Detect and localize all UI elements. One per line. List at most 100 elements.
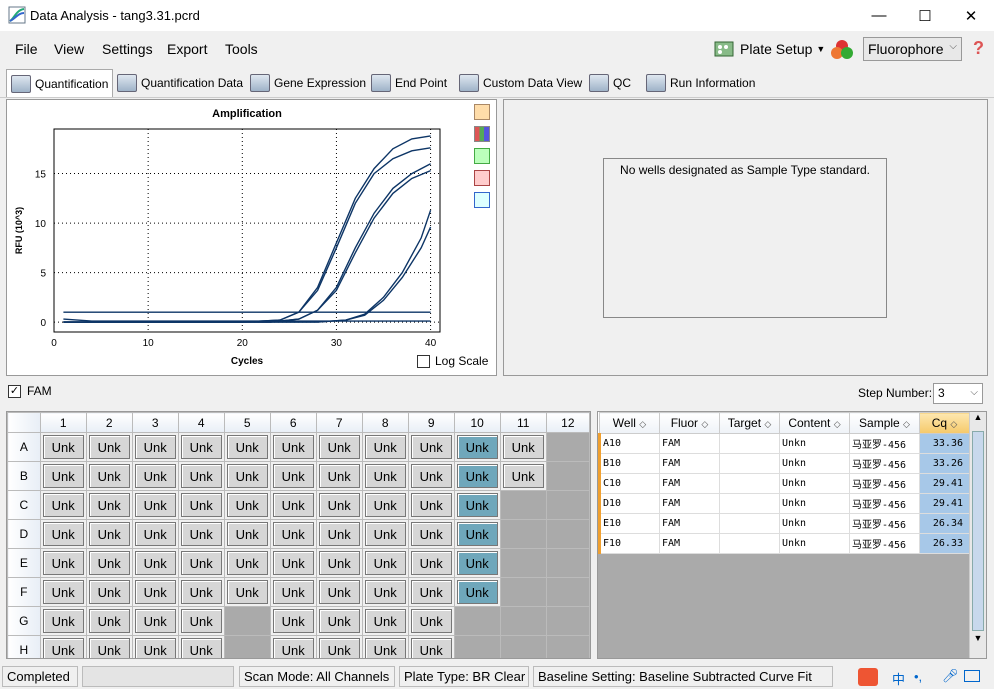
column-header[interactable]: Cq ◇	[919, 412, 970, 434]
plate-well[interactable]: Unk	[456, 580, 498, 604]
plate-col-header[interactable]: 2	[85, 412, 133, 433]
plate-well[interactable]: Unk	[272, 493, 314, 517]
plate-well[interactable]: Unk	[134, 609, 176, 633]
empty-well[interactable]	[499, 490, 547, 520]
plate-col-header[interactable]: 11	[499, 412, 547, 433]
plate-well[interactable]: Unk	[226, 551, 268, 575]
empty-well[interactable]	[545, 490, 590, 520]
color-settings-icon[interactable]	[474, 126, 490, 142]
plate-well[interactable]: Unk	[318, 580, 360, 604]
plate-well[interactable]: Unk	[410, 551, 452, 575]
plate-well[interactable]: Unk	[502, 464, 544, 488]
empty-well[interactable]	[545, 432, 590, 462]
empty-well[interactable]	[499, 577, 547, 607]
plate-well[interactable]: Unk	[134, 493, 176, 517]
plate-well[interactable]: Unk	[364, 522, 406, 546]
menu-export[interactable]: Export	[167, 41, 207, 57]
log-scale-checkbox[interactable]: Log Scale	[417, 354, 488, 368]
plate-col-header[interactable]: 6	[269, 412, 317, 433]
scroll-thumb[interactable]	[972, 431, 984, 631]
plate-well[interactable]: Unk	[318, 464, 360, 488]
plate-row-header[interactable]: B	[7, 461, 41, 491]
plate-col-header[interactable]: 8	[361, 412, 409, 433]
plate-row-header[interactable]: A	[7, 432, 41, 462]
empty-well[interactable]	[545, 577, 590, 607]
tab-gene-expression[interactable]: Gene Expression	[246, 69, 370, 97]
plate-well[interactable]: Unk	[364, 638, 406, 658]
plate-well[interactable]: Unk	[410, 464, 452, 488]
table-row[interactable]: E10 FAM Unkn 马亚罗-456 26.34	[598, 513, 970, 534]
plate-well[interactable]: Unk	[134, 551, 176, 575]
checkmark-icon[interactable]: ✓	[8, 384, 21, 398]
plate-well[interactable]: Unk	[42, 638, 84, 658]
plate-well[interactable]: Unk	[410, 638, 452, 658]
plate-well[interactable]: Unk	[180, 638, 222, 658]
help-icon[interactable]: ?	[973, 38, 984, 59]
plate-well[interactable]: Unk	[88, 580, 130, 604]
plate-well[interactable]: Unk	[364, 609, 406, 633]
plate-well[interactable]: Unk	[364, 580, 406, 604]
ime-chinese-icon[interactable]: 中	[892, 669, 905, 688]
plate-row-header[interactable]: F	[7, 577, 41, 607]
plate-well[interactable]: Unk	[226, 464, 268, 488]
plate-well[interactable]: Unk	[456, 464, 498, 488]
scroll-up-icon[interactable]: ▲	[970, 412, 986, 429]
close-button[interactable]: ✕	[948, 0, 994, 31]
plate-row-header[interactable]: E	[7, 548, 41, 578]
plate-well[interactable]: Unk	[318, 638, 360, 658]
fluorophore-dropdown[interactable]: Fluorophore ⌵	[863, 37, 962, 61]
plate-well[interactable]: Unk	[272, 464, 314, 488]
curve-settings-icon[interactable]	[474, 192, 490, 208]
plate-well[interactable]: Unk	[364, 435, 406, 459]
copy-icon[interactable]	[474, 104, 490, 120]
fam-filter[interactable]: ✓ FAM	[8, 381, 52, 401]
empty-well[interactable]	[545, 635, 590, 658]
plate-well[interactable]: Unk	[88, 435, 130, 459]
plate-well[interactable]: Unk	[88, 638, 130, 658]
plate-row-header[interactable]: C	[7, 490, 41, 520]
plate-col-header[interactable]: 1	[39, 412, 87, 433]
scroll-down-icon[interactable]: ▼	[970, 633, 986, 650]
table-row[interactable]: F10 FAM Unkn 马亚罗-456 26.33	[598, 533, 970, 554]
empty-well[interactable]	[545, 548, 590, 578]
menu-settings[interactable]: Settings	[102, 41, 153, 57]
empty-well[interactable]	[223, 606, 271, 636]
plate-well[interactable]: Unk	[134, 522, 176, 546]
table-row[interactable]: D10 FAM Unkn 马亚罗-456 29.41	[598, 493, 970, 514]
empty-well[interactable]	[453, 606, 501, 636]
empty-well[interactable]	[453, 635, 501, 658]
tab-quantification-data[interactable]: Quantification Data	[113, 69, 247, 97]
plate-well[interactable]: Unk	[318, 609, 360, 633]
plate-well[interactable]: Unk	[226, 435, 268, 459]
plate-well[interactable]: Unk	[42, 464, 84, 488]
table-row[interactable]: A10 FAM Unkn 马亚罗-456 33.36	[598, 433, 970, 454]
empty-well[interactable]	[499, 548, 547, 578]
plate-row-header[interactable]: H	[7, 635, 41, 658]
plate-well[interactable]: Unk	[456, 435, 498, 459]
zoom-icon[interactable]	[474, 170, 490, 186]
plate-well[interactable]: Unk	[180, 609, 222, 633]
vertical-scrollbar[interactable]: ▲ ▼	[969, 412, 986, 658]
menu-file[interactable]: File	[15, 41, 38, 57]
plate-well[interactable]: Unk	[42, 609, 84, 633]
plate-well[interactable]: Unk	[272, 609, 314, 633]
plate-well[interactable]: Unk	[88, 522, 130, 546]
tab-quantification[interactable]: Quantification	[6, 69, 114, 97]
menu-tools[interactable]: Tools	[225, 41, 258, 57]
plate-well[interactable]: Unk	[364, 464, 406, 488]
plate-well[interactable]: Unk	[134, 638, 176, 658]
column-header[interactable]: Well ◇	[599, 412, 660, 434]
plate-well[interactable]: Unk	[272, 638, 314, 658]
plate-well[interactable]: Unk	[180, 435, 222, 459]
plate-well[interactable]: Unk	[226, 493, 268, 517]
plate-col-header[interactable]: 12	[545, 412, 590, 433]
plate-col-header[interactable]: 9	[407, 412, 455, 433]
plate-well[interactable]: Unk	[272, 580, 314, 604]
plate-well[interactable]: Unk	[410, 435, 452, 459]
plate-setup-button[interactable]: Plate Setup ▼	[712, 37, 825, 61]
plate-row-header[interactable]: G	[7, 606, 41, 636]
column-header[interactable]: Content ◇	[779, 412, 850, 434]
tab-run-information[interactable]: Run Information	[642, 69, 759, 97]
plate-well[interactable]: Unk	[318, 493, 360, 517]
punctuation-icon[interactable]: •,	[914, 669, 922, 684]
